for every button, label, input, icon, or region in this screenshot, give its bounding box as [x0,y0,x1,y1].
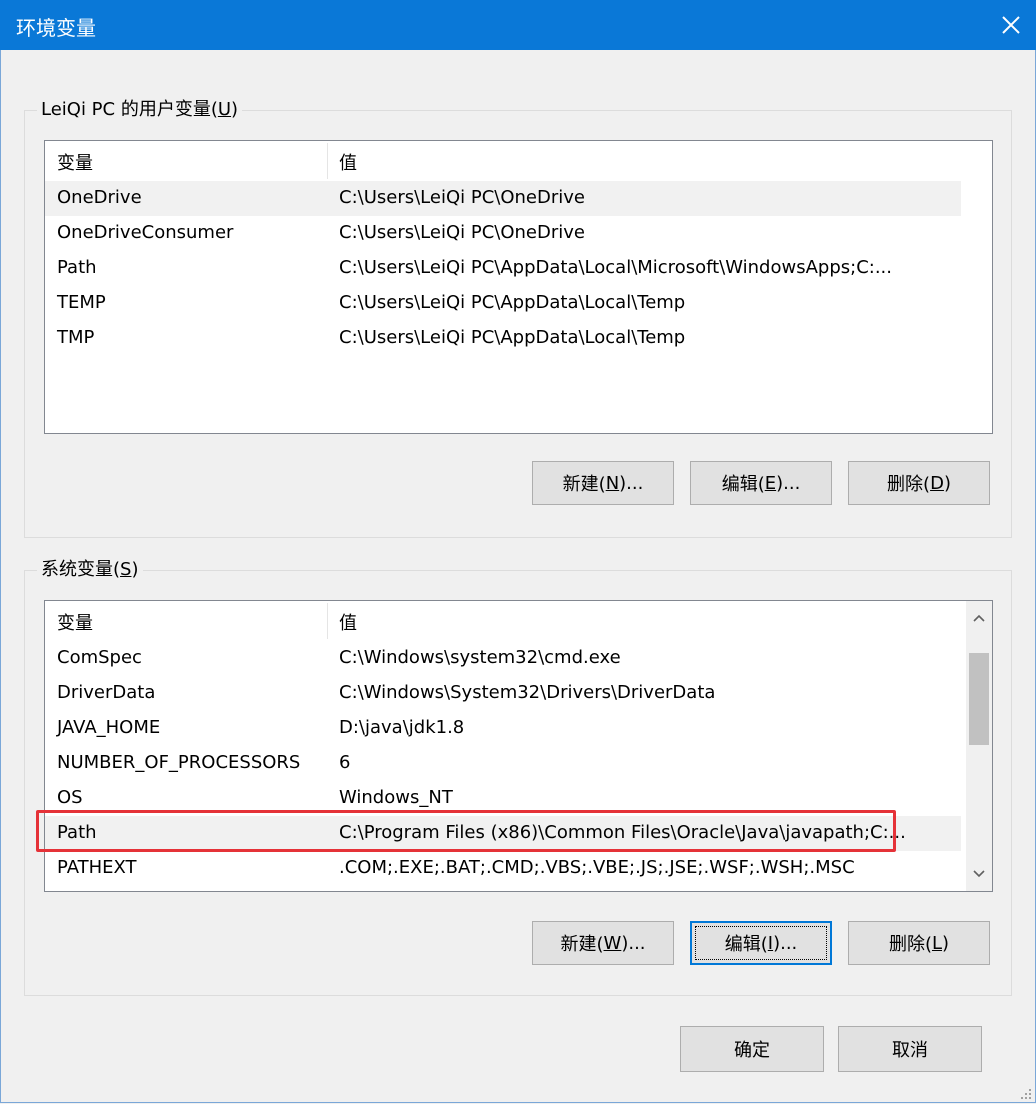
variable-value: C:\Users\LeiQi PC\AppData\Local\Temp [339,292,686,313]
variable-value: Windows_NT [339,787,453,808]
user-var-row-onedrive[interactable]: OneDrive C:\Users\LeiQi PC\OneDrive [45,181,961,216]
variable-value: C:\Windows\system32\cmd.exe [339,647,621,668]
user-var-row-tmp[interactable]: TMP C:\Users\LeiQi PC\AppData\Local\Temp [45,321,992,356]
variable-value: C:\Users\LeiQi PC\AppData\Local\Microsof… [339,257,892,278]
variable-name: TMP [57,327,95,348]
resize-grip-icon[interactable] [1018,1086,1032,1100]
user-var-row-path[interactable]: Path C:\Users\LeiQi PC\AppData\Local\Mic… [45,251,992,286]
system-var-row-java-home[interactable]: JAVA_HOME D:\java\jdk1.8 [45,711,992,746]
variable-value: C:\Users\LeiQi PC\AppData\Local\Temp [339,327,686,348]
variable-name: OneDriveConsumer [57,222,234,243]
column-separator[interactable] [327,603,328,639]
system-new-button[interactable]: 新建(W)... [532,921,674,965]
scroll-thumb[interactable] [969,653,989,745]
variable-value: C:\Users\LeiQi PC\OneDrive [339,187,585,208]
chevron-up-icon [973,614,985,622]
user-variables-legend: LeiQi PC 的用户变量(U) [37,98,243,122]
system-list-scrollbar[interactable] [966,601,992,891]
variable-name: PATHEXT [57,857,137,878]
variable-name: DriverData [57,682,156,703]
variable-name: NUMBER_OF_PROCESSORS [57,752,301,773]
user-new-button[interactable]: 新建(N)... [532,461,674,505]
system-var-row-comspec[interactable]: ComSpec C:\Windows\system32\cmd.exe [45,641,992,676]
window-title: 环境变量 [16,16,96,40]
chevron-down-icon [973,870,985,878]
variable-name: Path [57,257,97,278]
variable-name: OS [57,787,83,808]
close-button[interactable] [986,0,1036,50]
path-row-highlight [36,810,896,852]
column-header-value[interactable]: 值 [339,149,357,175]
column-header-value[interactable]: 值 [339,609,357,635]
variable-value: C:\Windows\System32\Drivers\DriverData [339,682,716,703]
user-var-row-temp[interactable]: TEMP C:\Users\LeiQi PC\AppData\Local\Tem… [45,286,992,321]
scroll-up-button[interactable] [966,605,992,631]
system-edit-button[interactable]: 编辑(I)... [690,921,832,965]
user-list-header: 变量 值 [45,141,992,181]
column-header-variable[interactable]: 变量 [57,149,93,175]
ok-button[interactable]: 确定 [680,1026,824,1072]
user-var-row-onedriveconsumer[interactable]: OneDriveConsumer C:\Users\LeiQi PC\OneDr… [45,216,992,251]
variable-name: TEMP [57,292,106,313]
system-delete-button[interactable]: 删除(L) [848,921,990,965]
system-list-header: 变量 值 [45,601,992,641]
user-edit-button[interactable]: 编辑(E)... [690,461,832,505]
system-var-row-pathext[interactable]: PATHEXT .COM;.EXE;.BAT;.CMD;.VBS;.VBE;.J… [45,851,992,886]
system-var-row-driverdata[interactable]: DriverData C:\Windows\System32\Drivers\D… [45,676,992,711]
user-variables-list[interactable]: 变量 值 OneDrive C:\Users\LeiQi PC\OneDrive… [44,140,993,434]
close-icon [1002,16,1020,34]
column-header-variable[interactable]: 变量 [57,609,93,635]
cancel-button[interactable]: 取消 [838,1026,982,1072]
user-delete-button[interactable]: 删除(D) [848,461,990,505]
system-var-row-number-of-processors[interactable]: NUMBER_OF_PROCESSORS 6 [45,746,992,781]
system-variables-legend: 系统变量(S) [37,558,143,582]
variable-name: OneDrive [57,187,142,208]
title-bar: 环境变量 [0,0,1036,50]
variable-name: JAVA_HOME [57,717,161,738]
variable-value: 6 [339,752,351,773]
column-separator[interactable] [327,143,328,179]
variable-name: ComSpec [57,647,142,668]
scroll-down-button[interactable] [966,861,992,887]
variable-value: D:\java\jdk1.8 [339,717,465,738]
variable-value: C:\Users\LeiQi PC\OneDrive [339,222,585,243]
variable-value: .COM;.EXE;.BAT;.CMD;.VBS;.VBE;.JS;.JSE;.… [339,857,855,878]
